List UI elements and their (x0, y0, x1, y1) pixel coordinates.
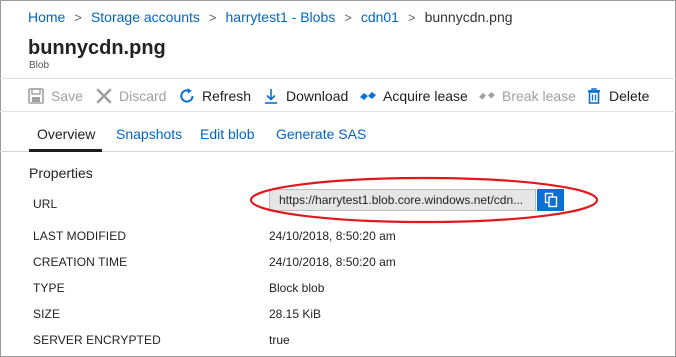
break-lease-label: Break lease (502, 88, 576, 104)
refresh-icon (180, 88, 194, 103)
page-subtitle: Blob (29, 60, 50, 71)
prop-value-type: Block blob (269, 281, 325, 295)
prop-label-server-encrypted: SERVER ENCRYPTED (33, 333, 161, 347)
page-title: bunnycdn.png (28, 37, 166, 59)
breadcrumb-container[interactable]: cdn01 (361, 9, 399, 25)
close-icon (96, 88, 112, 104)
breadcrumb-separator: > (407, 9, 416, 25)
breadcrumb-separator: > (74, 9, 82, 25)
prop-label-size: SIZE (33, 307, 61, 321)
copy-icon (544, 192, 557, 208)
save-label: Save (51, 88, 83, 104)
breadcrumb-current: bunnycdn.png (424, 9, 513, 25)
breadcrumb-home[interactable]: Home (28, 9, 65, 25)
breadcrumb-separator: > (344, 9, 352, 25)
breadcrumb-blobs[interactable]: harrytest1 - Blobs (226, 9, 336, 25)
download-button[interactable]: Download (262, 85, 348, 107)
acquire-lease-button[interactable]: Acquire lease (359, 85, 468, 107)
break-lease-button[interactable]: Break lease (478, 85, 576, 107)
discard-label: Discard (119, 88, 167, 104)
prop-label-creation-time: CREATION TIME (33, 255, 128, 269)
tab-snapshots[interactable]: Snapshots (116, 126, 182, 142)
copy-url-button[interactable] (537, 189, 564, 211)
url-field[interactable]: https://harrytest1.blob.core.windows.net… (269, 189, 536, 211)
breadcrumb: Home > Storage accounts > harrytest1 - B… (28, 9, 513, 25)
active-tab-indicator (29, 149, 102, 152)
tab-strip: Overview Snapshots Edit blob Generate SA… (0, 124, 676, 152)
url-label: URL (33, 197, 58, 211)
discard-button[interactable]: Discard (95, 85, 166, 107)
delete-button[interactable]: Delete (585, 85, 649, 107)
download-label: Download (286, 88, 349, 104)
tab-overview[interactable]: Overview (37, 126, 95, 142)
prop-value-size: 28.15 KiB (269, 307, 322, 321)
prop-value-server-encrypted: true (269, 333, 290, 347)
prop-label-last-modified: LAST MODIFIED (33, 229, 127, 243)
break-lease-icon (479, 92, 495, 100)
command-bar: Save Discard Refresh Download Acquire le… (0, 78, 676, 112)
properties-heading: Properties (29, 165, 93, 181)
download-icon (265, 89, 277, 104)
prop-value-creation-time: 24/10/2018, 8:50:20 am (269, 255, 396, 269)
refresh-label: Refresh (202, 88, 252, 104)
prop-label-type: TYPE (33, 281, 65, 295)
trash-icon (588, 88, 600, 104)
save-button[interactable]: Save (27, 85, 83, 107)
acquire-lease-label: Acquire lease (383, 88, 468, 104)
tab-generate-sas[interactable]: Generate SAS (276, 126, 366, 142)
delete-label: Delete (609, 88, 650, 104)
tab-edit-blob[interactable]: Edit blob (200, 126, 254, 142)
save-icon (28, 88, 44, 104)
lease-icon (360, 92, 376, 100)
refresh-button[interactable]: Refresh (178, 85, 251, 107)
prop-value-last-modified: 24/10/2018, 8:50:20 am (269, 229, 396, 243)
breadcrumb-storage-accounts[interactable]: Storage accounts (91, 9, 200, 25)
breadcrumb-separator: > (208, 9, 217, 25)
